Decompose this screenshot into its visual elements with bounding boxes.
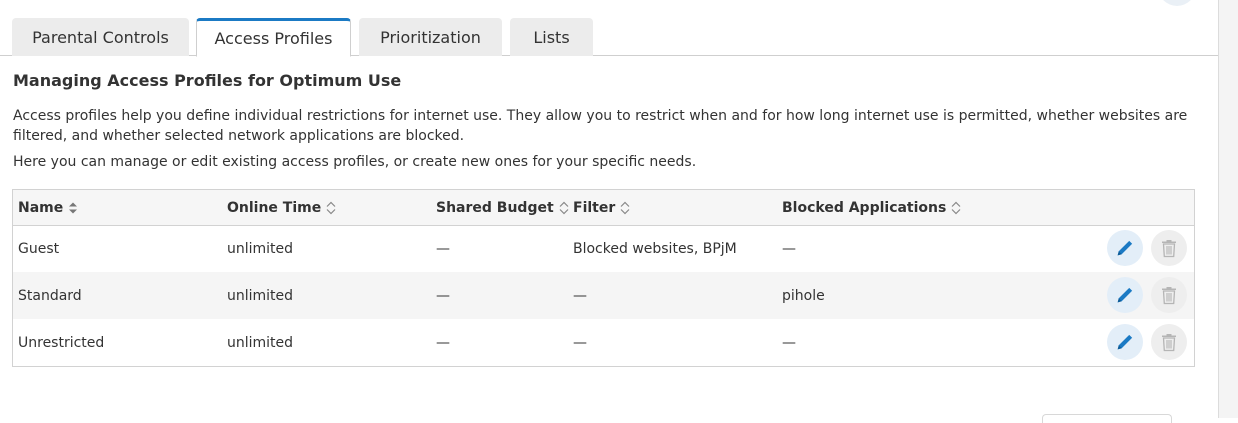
sort-both-outline-icon	[559, 201, 569, 215]
pencil-icon	[1117, 287, 1133, 303]
tab-label: Parental Controls	[32, 27, 169, 47]
cell-name: Unrestricted	[18, 334, 105, 351]
tab-label: Prioritization	[380, 27, 481, 47]
delete-button[interactable]	[1151, 277, 1187, 313]
table-header: Name Online Time Shared Budget Filter Bl…	[13, 190, 1194, 226]
column-header-label: Online Time	[227, 199, 322, 216]
section-subdescription: Here you can manage or edit existing acc…	[13, 154, 697, 170]
cell-blocked-applications: —	[782, 334, 796, 351]
cell-name: Standard	[18, 287, 82, 304]
cell-online-time: unlimited	[227, 240, 294, 257]
edit-button[interactable]	[1107, 277, 1143, 313]
pencil-icon	[1117, 334, 1133, 350]
column-header-label: Name	[18, 199, 64, 216]
delete-button[interactable]	[1151, 230, 1187, 266]
sort-both-outline-icon	[620, 201, 630, 215]
cell-shared-budget: —	[436, 334, 450, 351]
pencil-icon	[1117, 240, 1133, 256]
new-profile-button[interactable]	[1042, 414, 1172, 423]
table-row: Unrestricted unlimited — — —	[13, 319, 1194, 366]
table-row: Guest unlimited — Blocked websites, BPjM…	[13, 225, 1194, 272]
edit-button[interactable]	[1107, 230, 1143, 266]
tab-bar: Parental Controls Access Profiles Priori…	[0, 0, 1218, 57]
cell-online-time: unlimited	[227, 287, 294, 304]
tab-parental-controls[interactable]: Parental Controls	[12, 18, 189, 56]
delete-button[interactable]	[1151, 324, 1187, 360]
sort-both-outline-icon	[951, 201, 961, 215]
cell-shared-budget: —	[436, 240, 450, 257]
column-header-label: Filter	[573, 199, 616, 216]
cell-name: Guest	[18, 240, 60, 257]
profiles-table: Name Online Time Shared Budget Filter Bl…	[12, 189, 1195, 367]
cell-blocked-applications: —	[782, 240, 796, 257]
trash-icon	[1162, 334, 1176, 352]
cell-blocked-applications: pihole	[782, 287, 825, 304]
scroll-region-edge	[1218, 0, 1238, 418]
cell-filter: —	[573, 334, 587, 351]
column-header-filter[interactable]: Filter	[573, 190, 630, 225]
sort-both-outline-icon	[326, 201, 336, 215]
cell-filter: —	[573, 287, 587, 304]
column-header-shared-budget[interactable]: Shared Budget	[436, 190, 569, 225]
cell-filter: Blocked websites, BPjM	[573, 240, 737, 257]
tab-access-profiles[interactable]: Access Profiles	[196, 18, 351, 57]
tab-prioritization[interactable]: Prioritization	[359, 18, 502, 56]
column-header-name[interactable]: Name	[18, 190, 78, 225]
column-header-online-time[interactable]: Online Time	[227, 190, 336, 225]
tab-lists[interactable]: Lists	[510, 18, 593, 56]
section-description: Access profiles help you define individu…	[13, 108, 1188, 144]
cell-shared-budget: —	[436, 287, 450, 304]
page-title: Managing Access Profiles for Optimum Use	[13, 71, 402, 90]
edit-button[interactable]	[1107, 324, 1143, 360]
column-header-label: Shared Budget	[436, 199, 554, 216]
table-row: Standard unlimited — — pihole	[13, 272, 1194, 319]
trash-icon	[1162, 240, 1176, 258]
sort-both-filled-icon	[68, 201, 78, 215]
column-header-blocked-applications[interactable]: Blocked Applications	[782, 190, 961, 225]
tab-label: Lists	[533, 27, 570, 47]
tab-label: Access Profiles	[214, 29, 333, 48]
cell-online-time: unlimited	[227, 334, 294, 351]
trash-icon	[1162, 287, 1176, 305]
column-header-label: Blocked Applications	[782, 199, 947, 216]
